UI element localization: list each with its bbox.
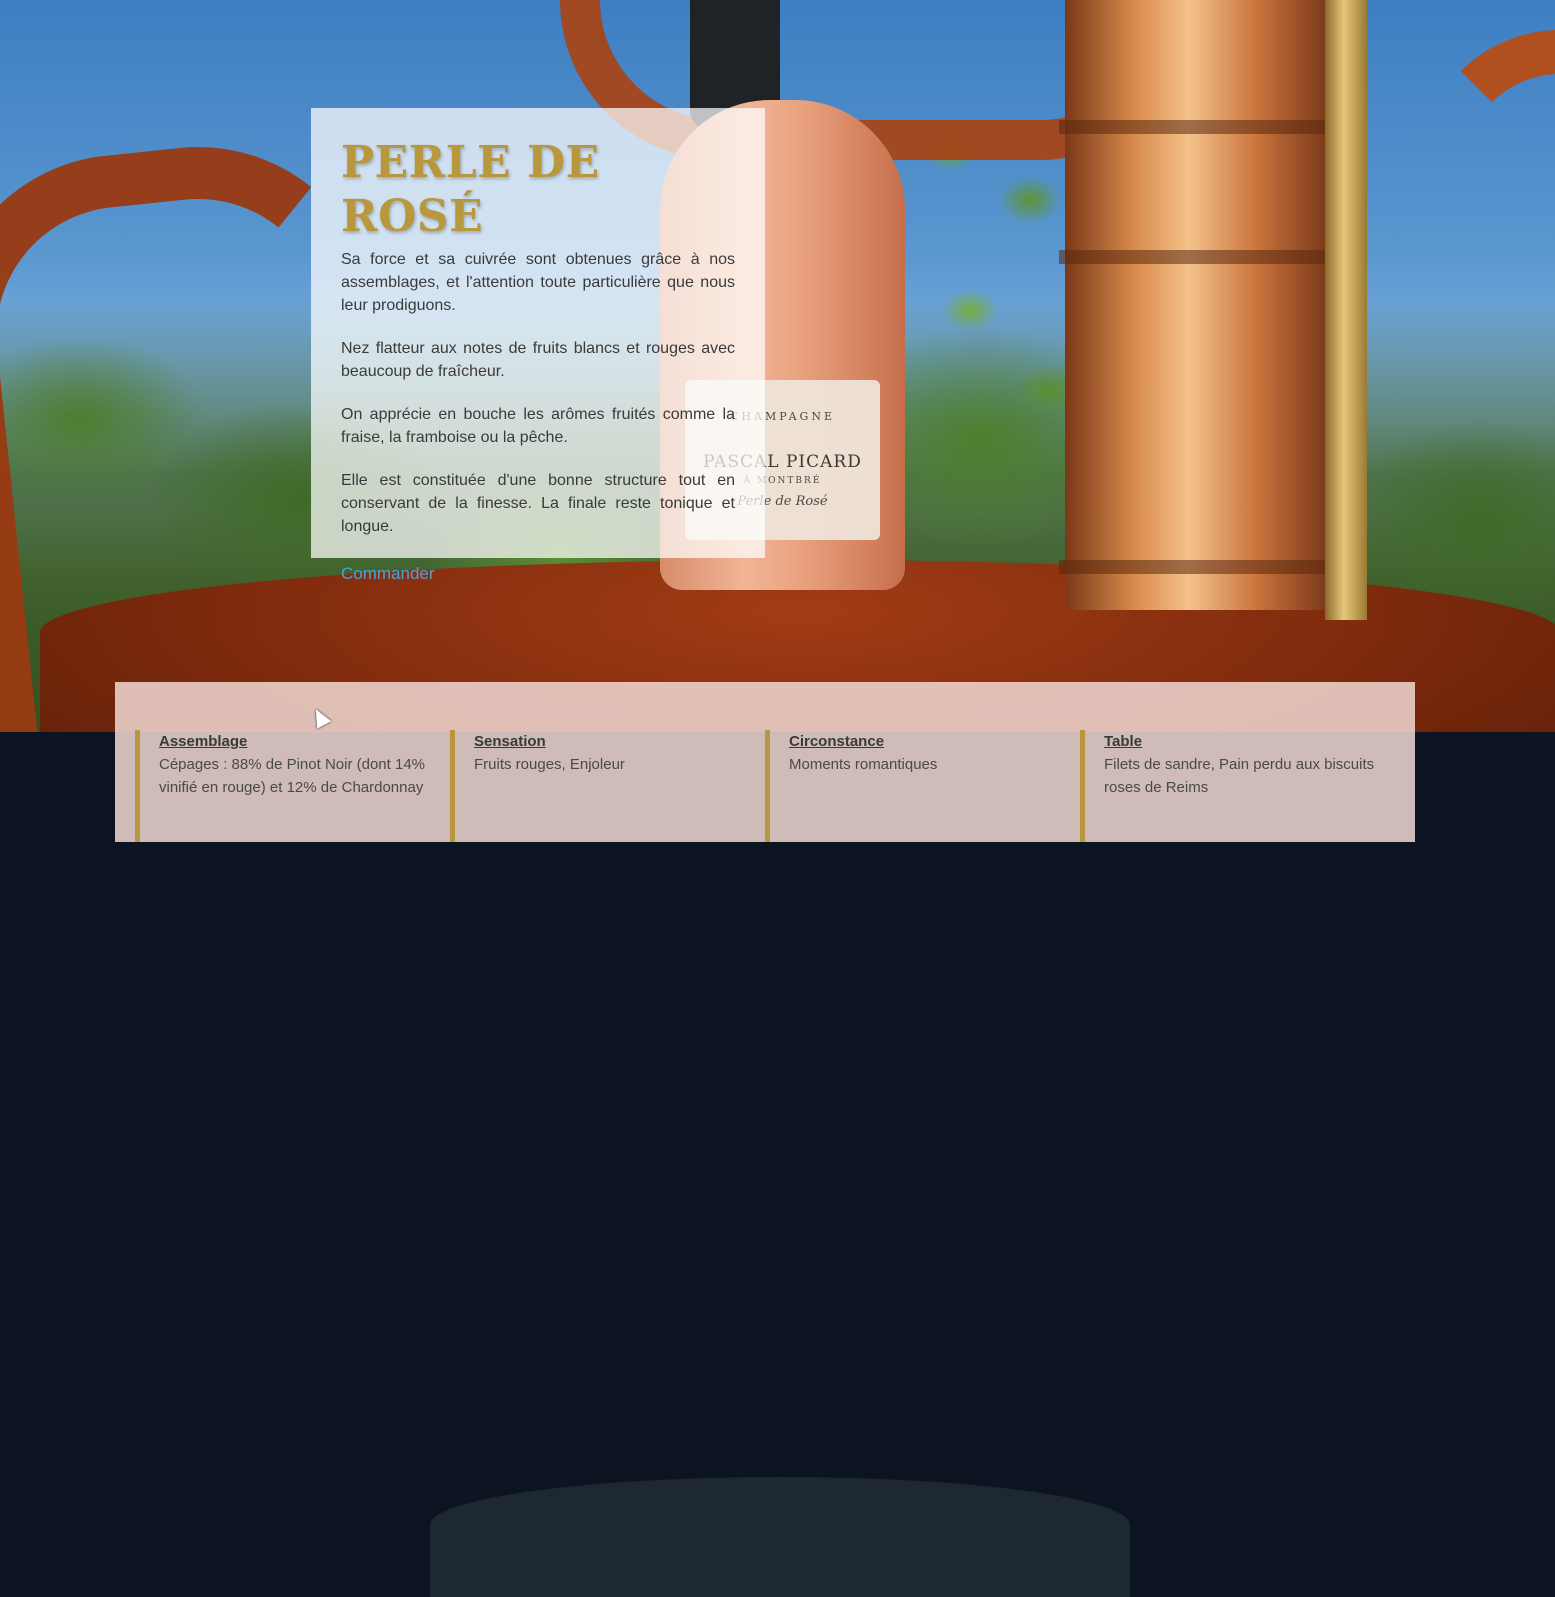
product-title: PERLE DE ROSÉ bbox=[341, 137, 600, 242]
bottle-cap-blur bbox=[430, 1477, 1130, 1597]
info-heading: Circonstance bbox=[789, 733, 885, 750]
product-card: PERLE DE ROSÉ Sa force et sa cuivrée son… bbox=[311, 108, 765, 583]
info-value: Moments romantiques bbox=[789, 756, 938, 773]
product-description-2: Nez flatteur aux notes de fruits blancs … bbox=[341, 340, 735, 380]
info-sensation: Sensation Fruits rouges, Enjoleur bbox=[450, 730, 765, 842]
copper-ring bbox=[1059, 250, 1346, 264]
info-heading: Table bbox=[1104, 733, 1143, 750]
order-link[interactable]: Commander bbox=[341, 564, 435, 584]
info-circonstance: Circonstance Moments romantiques bbox=[765, 730, 1080, 842]
copper-ring bbox=[1059, 560, 1346, 574]
product-description-3: On apprécie en bouche les arômes fruités… bbox=[341, 406, 735, 446]
info-value: Filets de sandre, Pain perdu aux biscuit… bbox=[1104, 756, 1375, 796]
copper-ring bbox=[1059, 120, 1346, 134]
info-assemblage: Assemblage Cépages : 88% de Pinot Noir (… bbox=[135, 730, 450, 842]
info-heading: Assemblage bbox=[159, 733, 248, 750]
product-info-panel: Assemblage Cépages : 88% de Pinot Noir (… bbox=[115, 682, 1415, 842]
product-description-1: Sa force et sa cuivrée sont obtenues grâ… bbox=[341, 251, 735, 314]
hero-background: CHAMPAGNE PASCAL PICARD À MONTBRÉ Perle … bbox=[0, 0, 1555, 732]
info-table: Table Filets de sandre, Pain perdu aux b… bbox=[1080, 730, 1395, 842]
copper-vessel bbox=[1059, 0, 1346, 610]
product-description-4: Elle est constituée d'une bonne structur… bbox=[341, 472, 735, 535]
brass-rod bbox=[1325, 0, 1367, 620]
info-value: Fruits rouges, Enjoleur bbox=[474, 756, 625, 773]
info-value: Cépages : 88% de Pinot Noir (dont 14% vi… bbox=[159, 756, 425, 796]
info-heading: Sensation bbox=[474, 733, 546, 750]
